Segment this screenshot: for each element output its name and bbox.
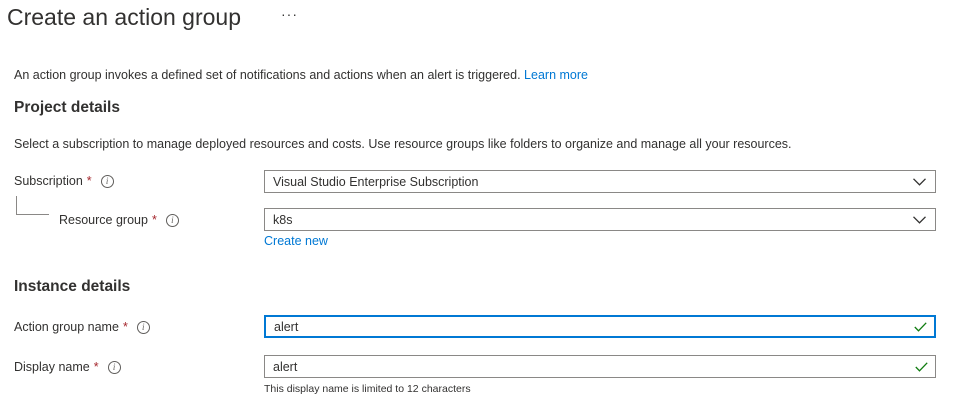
- resource-group-dropdown[interactable]: k8s: [264, 208, 936, 231]
- required-marker: *: [151, 213, 157, 227]
- instance-details-heading: Instance details: [14, 278, 131, 295]
- intro-text-line: An action group invokes a defined set of…: [14, 68, 588, 82]
- info-icon[interactable]: i: [136, 320, 150, 334]
- resource-group-value: k8s: [273, 212, 293, 227]
- display-name-input[interactable]: alert: [264, 355, 936, 378]
- action-group-name-value: alert: [274, 319, 299, 334]
- project-details-heading: Project details: [14, 99, 120, 116]
- info-icon[interactable]: i: [100, 174, 114, 188]
- action-group-name-label-text: Action group name: [14, 320, 119, 334]
- required-marker: *: [122, 320, 128, 334]
- subscription-label: Subscription * i: [14, 174, 114, 188]
- project-details-description: Select a subscription to manage deployed…: [14, 137, 792, 151]
- info-icon[interactable]: i: [107, 360, 121, 374]
- chevron-down-icon[interactable]: [909, 177, 929, 186]
- tree-connector-horizontal: [16, 214, 49, 215]
- learn-more-link[interactable]: Learn more: [524, 68, 588, 82]
- resource-group-label-text: Resource group: [59, 213, 148, 227]
- action-group-name-label: Action group name * i: [14, 320, 150, 334]
- tree-connector-vertical: [16, 196, 17, 214]
- subscription-label-text: Subscription: [14, 174, 83, 188]
- display-name-label: Display name * i: [14, 360, 121, 374]
- page-title: Create an action group: [7, 4, 241, 30]
- checkmark-icon: [910, 321, 930, 332]
- display-name-value: alert: [273, 359, 298, 374]
- subscription-dropdown[interactable]: Visual Studio Enterprise Subscription: [264, 170, 936, 193]
- info-icon[interactable]: i: [165, 213, 179, 227]
- display-name-hint: This display name is limited to 12 chara…: [264, 383, 471, 395]
- required-marker: *: [93, 360, 99, 374]
- more-options-button[interactable]: ···: [281, 6, 298, 22]
- intro-text: An action group invokes a defined set of…: [14, 68, 521, 82]
- checkmark-icon: [911, 361, 931, 372]
- create-new-link[interactable]: Create new: [264, 234, 328, 248]
- chevron-down-icon[interactable]: [909, 215, 929, 224]
- required-marker: *: [86, 174, 92, 188]
- display-name-label-text: Display name: [14, 360, 90, 374]
- subscription-value: Visual Studio Enterprise Subscription: [273, 174, 479, 189]
- resource-group-label: Resource group * i: [59, 213, 179, 227]
- action-group-name-input[interactable]: alert: [264, 315, 936, 338]
